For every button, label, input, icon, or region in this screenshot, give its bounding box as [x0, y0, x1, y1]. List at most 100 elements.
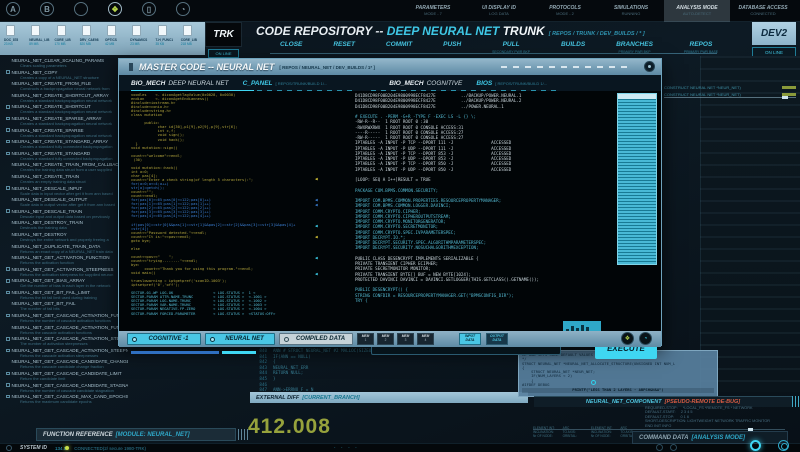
- list-item[interactable]: NEURAL_NET_CREATE_STANDARD Creates a sta…: [6, 151, 128, 161]
- line-text: PACKAGE COM.BPMS.COMMON.SECURITY;: [355, 188, 438, 193]
- list-item[interactable]: NEURAL_NET_GET_CASCADE_ACTIVATION_FUNCTI…: [6, 325, 128, 335]
- dev2-badge: DEV2: [752, 22, 796, 45]
- list-item[interactable]: NEURAL_NET_GET_CASCADE_ACTIVATION_STEEPN…: [6, 348, 128, 358]
- list-item[interactable]: NEURAL_NET_CREATE_SHORTCUT_ARRAY Creates…: [6, 93, 128, 103]
- tooltip-line: PRINTF("LESS THAN 2 LAYERS - ABPSH&N&A"): [522, 388, 714, 392]
- repo-menu-label: CLOSE: [280, 41, 302, 48]
- close-icon[interactable]: [644, 61, 655, 72]
- system-circle-icon[interactable]: [670, 444, 677, 451]
- file-item[interactable]: DOC_878 23 KB: [4, 25, 26, 46]
- metric-readout: 412.008: [248, 415, 331, 439]
- right-code-pane[interactable]: ◀ D41D8CD98F00B204E9800998ECF8427E ../BA…: [315, 93, 615, 331]
- mem-2-button[interactable]: MEM2: [377, 333, 394, 345]
- top-menu-item[interactable]: PROTOCOLS MODE - 2: [532, 0, 598, 22]
- file-item[interactable]: OPTICS 42 MB: [105, 25, 127, 46]
- list-item[interactable]: NEURAL_NET_GET_CASCADE_CANDIDATE_STAGNAT…: [6, 383, 128, 393]
- right-panel-tab[interactable]: BIOS: [476, 80, 492, 87]
- file-item[interactable]: T-H_FUNC1 35 KB: [156, 25, 178, 46]
- file-icon: [132, 25, 141, 36]
- left-code-pane[interactable]: voodles <- diconAgetTagValue(0x0028, 0x0…: [131, 93, 311, 325]
- system-id-label: SYSTEM ID: [20, 445, 47, 451]
- command-data-mode: [ANALYSIS MODE]: [691, 435, 745, 441]
- external-diff-bar[interactable]: EXTERNAL DIFF [CURRENT_BRANCH]: [250, 392, 528, 403]
- list-item[interactable]: NEURAL_NET_CREATE_TRAIN_FROM_CALLBACK Cr…: [6, 162, 128, 172]
- avatar-icon[interactable]: A: [6, 2, 20, 16]
- tab-label: NEURAL NET: [219, 336, 274, 342]
- list-item[interactable]: NEURAL_NET_CREATE_SHORTCUT Creates a sta…: [6, 104, 128, 114]
- list-item[interactable]: NEURAL_NET_GET_BIT_FAIL_LIMIT Returns th…: [6, 290, 128, 300]
- list-item[interactable]: NEURAL_NET_DESTROY Destroys the entire n…: [6, 232, 128, 242]
- command-data-bar[interactable]: COMMAND DATA [ANALYSIS MODE]: [632, 431, 788, 444]
- label-cluster: ELEMENT INT: INCLINATION: Nr OF NODE: AR…: [591, 426, 635, 438]
- file-item[interactable]: NEURAL_LIB 89 MB: [29, 25, 51, 46]
- top-menu-item[interactable]: SIMULATIONS RUNNING: [598, 0, 664, 22]
- output-data-button[interactable]: OUTPUT DATA: [486, 333, 508, 345]
- list-item[interactable]: NEURAL_NET_GET_ACTIVATION_STEEPNESS Retu…: [6, 267, 128, 277]
- list-item[interactable]: NEURAL_NET_GET_ACTIVATION_FUNCTION Retur…: [6, 255, 128, 265]
- function-name: NEURAL_NET_COPY: [12, 70, 58, 75]
- top-menu-sublabel: MODE - 7: [424, 12, 442, 17]
- list-item[interactable]: NEURAL_NET_GET_CASCADE_MAX_CAND_EPOCHS R…: [6, 394, 128, 404]
- power-button[interactable]: ◔: [639, 332, 652, 345]
- tab-compiled-data[interactable]: COMPILED DATA: [279, 333, 353, 345]
- file-item[interactable]: DYNAMICS 23 MB: [130, 25, 152, 46]
- debug-ring-icon: [591, 380, 596, 385]
- top-menu-item[interactable]: ANALYSIS MODE AUTO-DETECT: [664, 0, 730, 22]
- orbital-label-clusters: ELEMENT INT: INCLINATION: Nr OF NODE: AR…: [533, 426, 628, 438]
- list-item[interactable]: NEURAL_NET_GET_CASCADE_ACTIVATION_STEEPN…: [6, 336, 128, 346]
- list-item[interactable]: NEURAL_NET_CREATE_TRAIN Creates an empty…: [6, 174, 128, 184]
- avatar-icon[interactable]: ◔: [176, 2, 190, 16]
- file-size: 170 MB: [55, 42, 66, 46]
- input-data-button[interactable]: INPUT DATA: [459, 333, 481, 345]
- function-name: NEURAL_NET_GET_CASCADE_CANDIDATE_STAGNAT…: [12, 383, 129, 388]
- horizontal-slider[interactable]: [664, 97, 796, 98]
- list-item[interactable]: NEURAL_NET_GET_BIAS_ARRAY Get the number…: [6, 278, 128, 288]
- bookmark-icon: [6, 128, 10, 132]
- file-size: 89 MB: [29, 42, 38, 46]
- function-description: Creates a standard backpropagation neura…: [20, 98, 128, 103]
- active-ring-icon[interactable]: [750, 440, 761, 451]
- list-item[interactable]: NEURAL_NET_DESCALE_OUTPUT Scale data in …: [6, 197, 128, 207]
- avatar-icon[interactable]: ❖: [108, 2, 122, 16]
- list-item[interactable]: NEURAL_NET_GET_CASCADE_ACTIVATION_FUNCTI…: [6, 313, 128, 323]
- list-item[interactable]: NEURAL_NET_GET_BIT_FAIL The number of fa…: [6, 301, 128, 311]
- mem-3-button[interactable]: MEM3: [397, 333, 414, 345]
- init-info-line: END INIT INFO: [645, 424, 797, 428]
- list-item[interactable]: NEURAL_NET_CREATE_STANDARD_ARRAY Creates…: [6, 139, 128, 149]
- list-item[interactable]: NEURAL_NET_CREATE_FROM_FILE Constructs a…: [6, 81, 128, 91]
- list-item[interactable]: NEURAL_NET_CREATE_SPARSE_ARRAY Creates a…: [6, 116, 128, 126]
- list-item[interactable]: NEURAL_NET_GET_CASCADE_CANDIDATE_LIMIT R…: [6, 371, 128, 381]
- tab-cognitive-1[interactable]: COGNITIVE -1: [127, 333, 201, 345]
- slider-handle[interactable]: [782, 96, 788, 99]
- code-minimap[interactable]: [617, 93, 657, 265]
- mem-4-button[interactable]: MEM4: [417, 333, 434, 345]
- top-menu-item[interactable]: DATABASE ACCESS CONNECTED: [730, 0, 796, 22]
- left-panel-tab[interactable]: C_PANEL: [243, 80, 273, 87]
- system-circle-icon[interactable]: [656, 444, 663, 451]
- modules-button[interactable]: ❖: [621, 332, 634, 345]
- list-item[interactable]: NEURAL_NET_DESCALE_INPUT Scale data in i…: [6, 186, 128, 196]
- function-description: Get the number of bias in each layer in …: [20, 283, 128, 288]
- avatar-icon[interactable]: ▯: [142, 2, 156, 16]
- file-item[interactable]: CORE_LIB 170 MB: [55, 25, 77, 46]
- list-item[interactable]: NEURAL_NET_CLEAR_SCALING_PARAMS Clears s…: [6, 58, 128, 68]
- file-item[interactable]: CORE_LIB 218 MB: [181, 25, 203, 46]
- tab-neural-net[interactable]: NEURAL NET: [205, 333, 275, 345]
- window-title: MASTER CODE -- NEURAL NET: [139, 62, 274, 72]
- avatar-icon[interactable]: B: [40, 2, 54, 16]
- net-component-label: NEURAL_NET_COMPONENT: [586, 399, 662, 405]
- mem-1-button[interactable]: MEM1: [357, 333, 374, 345]
- list-item[interactable]: NEURAL_NET_DESCALE_TRAIN Descale input a…: [6, 209, 128, 219]
- refresh-icon[interactable]: [6, 445, 12, 451]
- list-item[interactable]: NEURAL_NET_CREATE_SPARSE Creates a stand…: [6, 128, 128, 138]
- list-item[interactable]: NEURAL_NET_DUPLICATE_TRAIN_DATA Returns …: [6, 244, 128, 254]
- list-item[interactable]: NEURAL_NET_GET_CASCADE_CANDIDATE_CHANGE_…: [6, 359, 128, 369]
- list-item[interactable]: NEURAL_NET_COPY Creates a copy of a NEUR…: [6, 70, 128, 80]
- file-item[interactable]: DRV_CAE98 820 MB: [80, 25, 102, 46]
- bookmark-icon: [6, 186, 10, 190]
- top-menu-item[interactable]: UI DISPLAY ID LOG DATA: [466, 0, 532, 22]
- target-ring-icon[interactable]: [778, 440, 789, 451]
- top-menu-item[interactable]: PARAMETERS MODE - 7: [400, 0, 466, 22]
- avatar-icon[interactable]: [74, 2, 88, 16]
- list-item[interactable]: NEURAL_NET_DESTROY_TRAIN Destructs the t…: [6, 220, 128, 230]
